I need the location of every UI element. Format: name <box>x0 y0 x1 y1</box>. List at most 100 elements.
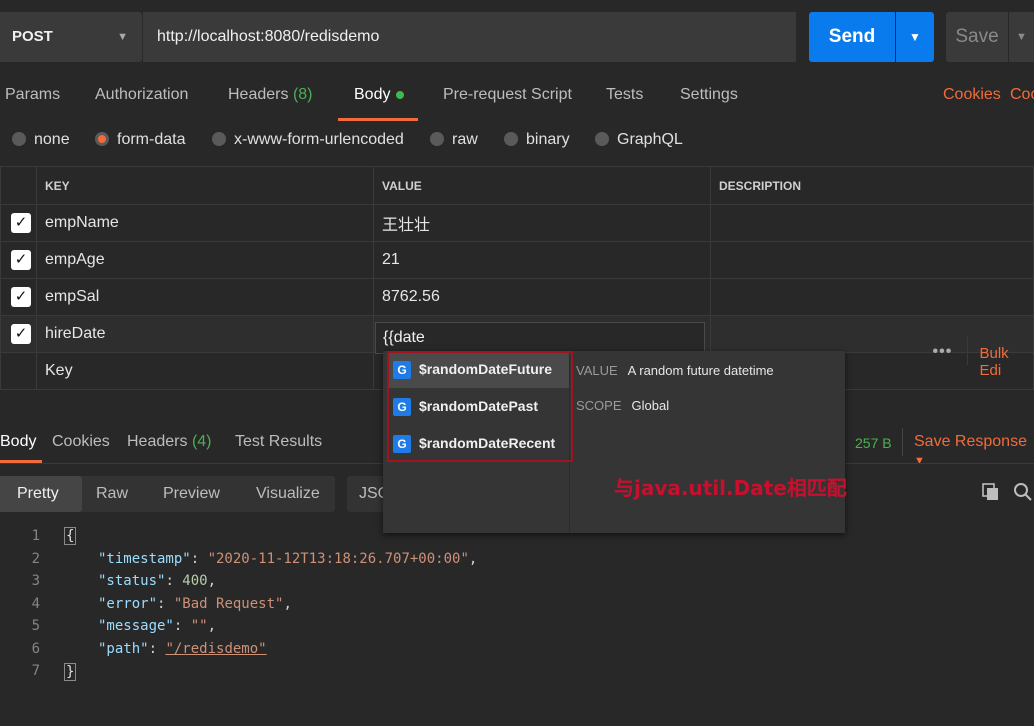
checkbox-checked[interactable]: ✓ <box>11 324 31 344</box>
description-cell[interactable] <box>710 204 1034 242</box>
bulk-edit-link[interactable]: Bulk Edi <box>980 345 1034 379</box>
view-visualize-button[interactable]: Visualize <box>256 485 320 503</box>
chevron-down-icon: ▼ <box>117 31 128 43</box>
suggestion-label: $randomDateRecent <box>419 435 556 451</box>
checkbox-checked[interactable]: ✓ <box>11 250 31 270</box>
json-key: "path" <box>98 641 149 657</box>
url-input[interactable]: http://localhost:8080/redisdemo <box>142 12 796 62</box>
annotation-text: 与java.util.Date相匹配 <box>614 476 847 500</box>
send-options-button[interactable]: ▼ <box>896 12 934 62</box>
row-checkbox-cell: ✓ <box>0 241 37 279</box>
checkbox-column-header <box>0 166 37 205</box>
suggestion-list: G $randomDateFuture G $randomDatePast G $ra… <box>383 351 570 533</box>
description-column-header: DESCRIPTION ••• Bulk Edi <box>710 166 1034 379</box>
description-cell[interactable] <box>710 241 1034 279</box>
json-key: "error" <box>98 596 158 612</box>
radio-graphql[interactable]: GraphQL <box>595 131 683 149</box>
tab-response-headers-label: Headers <box>127 433 188 450</box>
more-options-icon[interactable]: ••• <box>933 343 953 361</box>
tab-response-cookies[interactable]: Cookies <box>52 433 110 451</box>
radio-urlencoded-label: x-www-form-urlencoded <box>234 131 404 148</box>
value-input-editing[interactable]: {{date <box>375 322 705 354</box>
json-key: "message" <box>98 618 174 634</box>
key-cell[interactable]: hireDate <box>36 315 374 353</box>
key-column-header: KEY <box>36 166 374 205</box>
radio-raw[interactable]: raw <box>430 131 478 149</box>
tab-params[interactable]: Params <box>5 86 60 104</box>
code-link[interactable]: Coo <box>1010 86 1034 104</box>
tab-body[interactable]: Body <box>354 86 405 104</box>
detail-text: Global <box>631 398 670 413</box>
autocomplete-popup: G $randomDateFuture G $randomDatePast G $ra… <box>383 351 845 533</box>
new-key-input[interactable]: Key <box>36 352 374 390</box>
code-line: "timestamp": "2020-11-12T13:18:26.707+00… <box>98 551 478 567</box>
key-cell[interactable]: empName <box>36 204 374 242</box>
suggestion-item[interactable]: G $randomDateFuture <box>387 351 569 388</box>
tab-response-body[interactable]: Body <box>0 433 36 451</box>
tab-response-headers[interactable]: Headers (4) <box>127 433 212 451</box>
save-options-button[interactable]: ▼ <box>1009 12 1034 62</box>
tab-pre-request-script[interactable]: Pre-request Script <box>443 86 572 104</box>
radio-none-label: none <box>34 131 70 148</box>
radio-raw-label: raw <box>452 131 478 148</box>
value-cell[interactable]: 21 <box>373 241 711 279</box>
code-line: "message": "", <box>98 618 217 634</box>
radio-urlencoded[interactable]: x-www-form-urlencoded <box>212 131 404 149</box>
radio-form-data[interactable]: form-data <box>95 131 185 149</box>
tab-body-label: Body <box>354 86 391 103</box>
value-cell[interactable]: 8762.56 <box>373 278 711 316</box>
json-string: "" <box>190 618 208 634</box>
view-preview-button[interactable]: Preview <box>163 485 220 503</box>
search-icon[interactable] <box>1013 482 1033 502</box>
close-brace: } <box>64 663 77 681</box>
suggestion-item[interactable]: G $randomDateRecent <box>387 425 569 462</box>
chevron-down-icon: ▼ <box>1016 31 1027 43</box>
checkbox-checked[interactable]: ✓ <box>11 213 31 233</box>
response-headers-count-badge: (4) <box>191 433 212 450</box>
suggestion-item[interactable]: G $randomDatePast <box>387 388 569 425</box>
radio-form-data-label: form-data <box>117 131 186 148</box>
detail-label: SCOPE <box>576 398 622 413</box>
tab-tests[interactable]: Tests <box>606 86 643 104</box>
tab-headers[interactable]: Headers (8) <box>228 86 313 104</box>
detail-text: A random future datetime <box>627 363 774 378</box>
checkbox-checked[interactable]: ✓ <box>11 287 31 307</box>
radio-binary[interactable]: binary <box>504 131 570 149</box>
detail-label: VALUE <box>576 363 618 378</box>
code-line: { <box>64 527 77 545</box>
copy-icon[interactable] <box>981 482 1001 502</box>
method-select[interactable]: POST ▼ <box>0 12 142 62</box>
response-size[interactable]: 257 B <box>855 435 892 451</box>
code-line: "path": "/redisdemo" <box>98 641 267 657</box>
line-number: 5 <box>31 618 40 634</box>
radio-circle-selected <box>95 132 109 146</box>
key-cell[interactable]: empSal <box>36 278 374 316</box>
cookies-link[interactable]: Cookies <box>943 86 1001 104</box>
key-cell[interactable]: empAge <box>36 241 374 279</box>
json-key: "status" <box>98 573 166 589</box>
send-button[interactable]: Send <box>809 12 895 62</box>
description-cell[interactable] <box>710 278 1034 316</box>
code-line: "status": 400, <box>98 573 217 589</box>
line-number: 3 <box>31 573 40 589</box>
radio-circle <box>12 132 26 146</box>
radio-none[interactable]: none <box>12 131 70 149</box>
tab-authorization[interactable]: Authorization <box>95 86 188 104</box>
tab-settings[interactable]: Settings <box>680 86 738 104</box>
method-label: POST <box>12 28 53 45</box>
line-number: 7 <box>31 663 40 679</box>
view-pretty-button[interactable]: Pretty <box>17 485 59 503</box>
tab-headers-label: Headers <box>228 86 289 103</box>
json-link[interactable]: "/redisdemo" <box>165 641 266 657</box>
radio-circle <box>595 132 609 146</box>
global-variable-icon: G <box>393 361 411 380</box>
table-row: ✓ empSal 8762.56 <box>0 278 1034 316</box>
table-header-row: KEY VALUE DESCRIPTION ••• Bulk Edi <box>0 166 1034 379</box>
radio-graphql-label: GraphQL <box>617 131 683 148</box>
tab-test-results[interactable]: Test Results <box>235 433 322 451</box>
save-button[interactable]: Save <box>946 12 1008 62</box>
view-raw-button[interactable]: Raw <box>96 485 128 503</box>
value-cell[interactable]: 王壮壮 <box>373 204 711 242</box>
code-line: "error": "Bad Request", <box>98 596 292 612</box>
divider <box>966 336 968 365</box>
